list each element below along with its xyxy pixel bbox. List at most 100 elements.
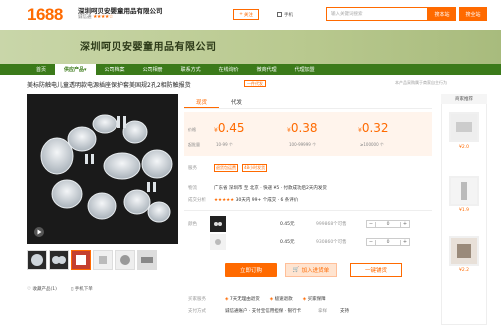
mobile-order-label: 手机下单: [74, 287, 93, 292]
mobile-order-button[interactable]: ▯ 手机下单: [71, 286, 93, 292]
service-label: 服务: [188, 166, 197, 171]
cert-label: 诚信通: [78, 15, 92, 20]
purchase-tabs: 现货 代发: [184, 96, 432, 109]
minus-button[interactable]: −: [367, 221, 375, 227]
banner-title: 深圳呵贝安婴童用品有限公司: [80, 42, 217, 53]
nav-item-profile[interactable]: 公司档案: [96, 64, 134, 75]
socket-covers-image: [27, 94, 178, 244]
add-to-cart-button[interactable]: 🛒 加入进货单: [285, 263, 337, 277]
thumbnail-6[interactable]: [137, 250, 157, 270]
plus-button[interactable]: +: [401, 221, 409, 227]
sku-row: 0.45元 999868个可售 − 0 +: [210, 214, 415, 234]
add-to-cart-label: 加入进货单: [301, 268, 330, 274]
thumbnail-3[interactable]: [71, 250, 91, 270]
site-logo[interactable]: 1688: [27, 5, 63, 25]
recommend-item[interactable]: [449, 236, 479, 266]
qty-tier-2: 100-99999 个: [289, 142, 317, 147]
price-tier-3: ¥0.32: [358, 121, 389, 135]
nav-item-agent[interactable]: 代理加盟: [286, 64, 324, 75]
tab-stock[interactable]: 现货: [184, 96, 220, 108]
recommend-item[interactable]: [449, 176, 479, 206]
search-input[interactable]: 输入关键词搜索: [326, 7, 428, 21]
nav-item-contact[interactable]: 联系方式: [172, 64, 210, 75]
qrcode-icon: [277, 12, 282, 17]
service-item-label: 极速退款: [274, 297, 293, 302]
collect-label: 收藏产品(1): [32, 287, 57, 292]
nav-item-inquiry[interactable]: 在线询价: [210, 64, 248, 75]
dropship-badge: 一件代发: [244, 80, 266, 87]
one-click-list-button[interactable]: 一键铺货: [350, 263, 402, 277]
buyer-service-list: ◈ 7天无理由退货 ◈ 极速退款 ◈ 买家保障: [225, 296, 326, 302]
quantity-stepper[interactable]: − 0 +: [366, 238, 410, 246]
thumbnail-1[interactable]: [27, 250, 47, 270]
search-all-button[interactable]: 搜全站: [459, 7, 487, 21]
order-now-button[interactable]: 立即订购: [225, 263, 277, 277]
sku-price: 0.45元: [280, 240, 295, 245]
plus-button[interactable]: +: [401, 239, 409, 245]
recommend-price: ¥1.9: [458, 208, 470, 213]
shop-nav: 首页 供应产品 ▾ 公司档案 公司相册 联系方式 在线询价 微商代理 代理加盟: [0, 64, 501, 75]
price-label: 价格: [188, 127, 196, 132]
sku-divider: [184, 210, 432, 211]
service-item-label: 买家保障: [307, 297, 326, 302]
recommend-item[interactable]: [449, 112, 479, 142]
cart-icon: 🛒: [292, 267, 300, 273]
sku-stock: 930860个可售: [316, 240, 347, 245]
service-item-label: 7天无理由退货: [229, 297, 260, 302]
payment-label: 支付方式: [188, 309, 206, 314]
tab-dropship[interactable]: 代发: [219, 96, 254, 108]
price-tier-2: ¥0.38: [287, 121, 318, 135]
sku-thumb[interactable]: [210, 216, 226, 232]
product-title: 美标防触电儿童透明款电源插座保护套美国规2孔2相防触报货: [27, 82, 191, 89]
thumbnail-strip: [27, 250, 178, 270]
image-actions: ♡ 收藏产品(1) ▯ 手机下单: [27, 286, 93, 292]
nav-item-album[interactable]: 公司相册: [134, 64, 172, 75]
nav-item-wechat[interactable]: 微商代理: [248, 64, 286, 75]
recommend-price: ¥2.0: [458, 145, 470, 150]
collect-button[interactable]: ♡ 收藏产品(1): [27, 286, 57, 292]
rating-label: 成交分析: [188, 198, 206, 203]
product-note: 本产品采购属于商家自主行为: [395, 80, 447, 85]
price-tier-1: ¥0.45: [214, 121, 245, 135]
nav-item-home[interactable]: 首页: [27, 64, 55, 75]
sample-label: 拿样: [318, 309, 327, 314]
ship-label: 物流: [188, 186, 197, 191]
qty-tier-3: ≥100000 个: [360, 142, 384, 147]
sample-value: 支持: [340, 309, 349, 314]
shop-banner: [0, 30, 501, 64]
ship-text: 广东省 深圳市 至 北京 · 快递 ¥5 · 付款成功后2天内发货: [214, 186, 327, 191]
return-freight-tag: 退货包运费: [214, 164, 238, 172]
quantity-input[interactable]: 0: [375, 239, 401, 245]
rating-stars-icon: ★★★★★: [214, 198, 236, 203]
service-item: ◈ 极速退款: [270, 296, 293, 302]
qty-tier-1: 10-99 个: [216, 142, 233, 147]
price-value: 0.32: [361, 121, 389, 135]
mobile-button[interactable]: 手机: [277, 9, 303, 20]
sku-row: 0.45元 930860个可售 − 0 +: [210, 232, 415, 252]
follow-button[interactable]: + 关注: [233, 9, 259, 20]
thumbnail-2[interactable]: [49, 250, 69, 270]
product-main-image[interactable]: [27, 94, 178, 244]
sku-thumb[interactable]: [210, 234, 226, 250]
chevron-down-icon: ▾: [84, 66, 87, 73]
quantity-input[interactable]: 0: [375, 221, 401, 227]
rating-stars-icon: ★★★★☆: [92, 14, 113, 20]
ship-48h-tag: 48小时发货: [242, 164, 268, 172]
nav-item-products[interactable]: 供应产品 ▾: [55, 64, 96, 75]
price-value: 0.38: [290, 121, 318, 135]
quantity-stepper[interactable]: − 0 +: [366, 220, 410, 228]
sku-stock: 999868个可售: [316, 222, 347, 227]
rating-text: 30天内 99+ 个成交 · 6 条评价: [235, 198, 299, 203]
buyer-service-label: 买家服务: [188, 297, 206, 302]
recommend-price: ¥2.2: [458, 268, 470, 273]
minus-button[interactable]: −: [367, 239, 375, 245]
plus-icon: +: [239, 12, 243, 17]
search-site-button[interactable]: 搜本站: [428, 7, 456, 21]
shop-credentials: 诚信通 ★★★★☆: [78, 14, 113, 20]
sku-price: 0.45元: [280, 222, 295, 227]
thumbnail-4[interactable]: [93, 250, 113, 270]
rating-summary: ★★★★★ 30天内 99+ 个成交 · 6 条评价: [214, 197, 298, 203]
sku-label: 颜色: [188, 222, 197, 227]
thumbnail-5[interactable]: [115, 250, 135, 270]
recommend-title: 商家推荐: [441, 94, 487, 104]
